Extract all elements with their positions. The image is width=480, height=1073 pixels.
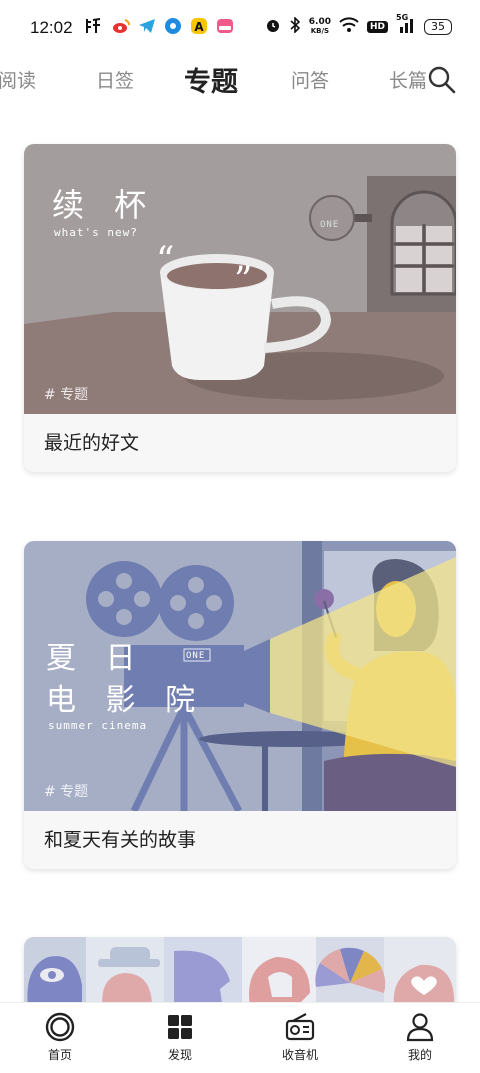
- nav-home-label: 首页: [47, 1048, 72, 1062]
- nav-discover-label: 发现: [167, 1048, 192, 1062]
- bluetooth-icon: [289, 16, 301, 36]
- browser-icon: [164, 17, 182, 35]
- telegram-icon: [138, 17, 156, 35]
- signal-icon: 5G: [396, 13, 416, 36]
- tab-reading[interactable]: 阅读: [0, 66, 36, 93]
- tab-qa[interactable]: 问答: [291, 66, 329, 93]
- person-icon: [406, 1013, 434, 1042]
- nav-radio[interactable]: 收音机: [240, 1003, 360, 1073]
- card-1-art-subtitle: what's new?: [54, 226, 138, 239]
- tab-daily-sign[interactable]: 日签: [96, 66, 134, 93]
- weibo-icon: [112, 17, 130, 35]
- nav-profile[interactable]: 我的: [360, 1003, 480, 1073]
- nav-home[interactable]: 首页: [0, 1003, 120, 1073]
- status-app-icons: A: [82, 17, 234, 35]
- home-icon: [45, 1012, 75, 1042]
- nav-radio-label: 收音机: [281, 1048, 318, 1062]
- listen-app-icon: [82, 17, 104, 35]
- network-speed-unit: KB/S: [310, 26, 330, 35]
- status-time: 12:02: [30, 18, 73, 37]
- topic-card-image: “ ” 续 杯 what's new? ONE # 专题: [24, 144, 456, 414]
- grid-icon: [168, 1015, 192, 1039]
- tab-topics[interactable]: 专题: [184, 60, 238, 99]
- topic-card-1[interactable]: “ ” 续 杯 what's new? ONE # 专题 最近的好文: [24, 144, 456, 472]
- svg-text:A: A: [194, 20, 204, 34]
- card-1-caption: 最近的好文: [24, 414, 456, 472]
- nav-profile-label: 我的: [407, 1048, 432, 1062]
- card-2-tag: # 专题: [44, 784, 89, 800]
- alarm-icon: [265, 17, 281, 36]
- topic-card-image: 夏 日 电 影 院 summer cinema ONE # 专题: [24, 541, 456, 811]
- network-speed: 6.00 KB/S: [308, 16, 331, 36]
- card-1-tag: # 专题: [44, 387, 89, 403]
- topic-card-2[interactable]: 夏 日 电 影 院 summer cinema ONE # 专题 和夏天有关的故…: [24, 541, 456, 869]
- svg-text:”: ”: [234, 260, 252, 301]
- card-2-art-title-line2: 电 影 院: [46, 683, 206, 718]
- card-1-art-title: 续 杯: [52, 186, 157, 224]
- card-1-sign-logo: ONE: [320, 220, 340, 230]
- status-system-icons: 6.00 KB/S HD 5G 35: [265, 13, 452, 36]
- search-icon[interactable]: [426, 64, 456, 94]
- svg-text:“: “: [156, 240, 174, 281]
- wifi-icon: [339, 17, 359, 36]
- card-2-projector-logo: ONE: [186, 651, 206, 661]
- battery-indicator: 35: [424, 18, 452, 35]
- signal-label: 5G: [396, 13, 409, 22]
- card-2-art-title-line1: 夏 日: [46, 641, 146, 676]
- top-tab-bar: 阅读 日签 专题 问答 长篇: [0, 58, 480, 98]
- bottom-navigation: 首页 发现 收音机 我的: [0, 1002, 480, 1073]
- status-bar: 12:02 A 6.00 KB/S HD 5G 35: [0, 0, 480, 56]
- nav-discover[interactable]: 发现: [120, 1003, 240, 1073]
- network-speed-value: 6.00: [308, 16, 331, 27]
- a-app-icon: A: [190, 17, 208, 35]
- card-2-art-subtitle: summer cinema: [48, 719, 148, 732]
- hd-badge: HD: [366, 20, 388, 33]
- card-2-caption: 和夏天有关的故事: [24, 811, 456, 869]
- tab-long-reads[interactable]: 长篇: [389, 66, 427, 93]
- pink-app-icon: [216, 17, 234, 35]
- radio-icon: [285, 1013, 315, 1041]
